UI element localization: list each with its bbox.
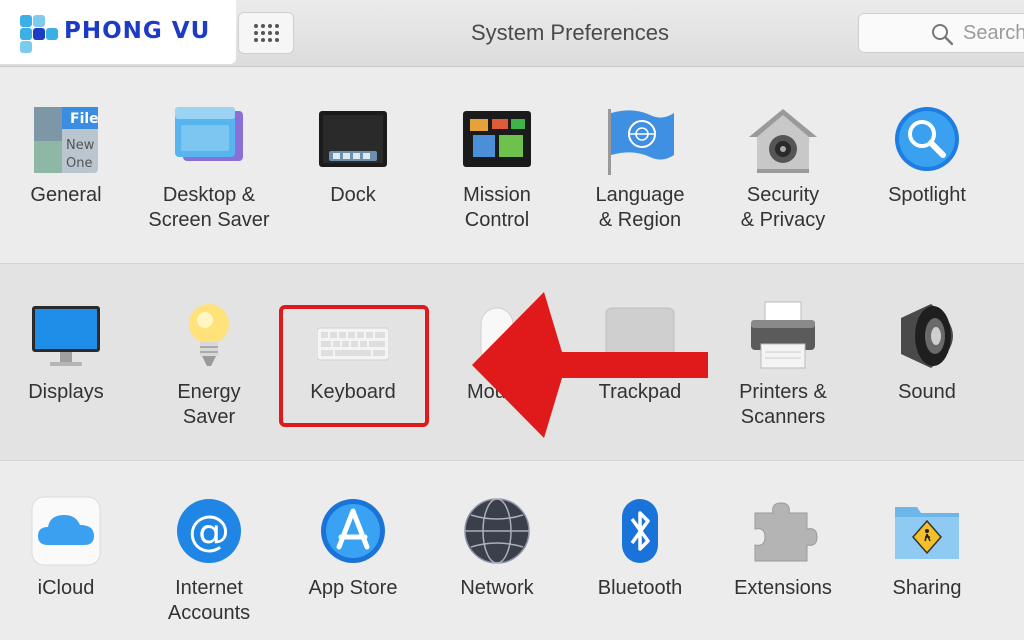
bulb-icon (189, 304, 229, 366)
mission-control-icon (463, 111, 531, 167)
pref-label: Sound (898, 381, 956, 403)
svg-text:@: @ (188, 506, 230, 555)
pref-label: Security & Privacy (740, 184, 826, 231)
svg-text:New: New (66, 138, 95, 153)
desktop-icon (175, 107, 243, 161)
brand-name: PHONG VU (64, 18, 211, 44)
app-store-icon (321, 499, 385, 563)
pref-label: Network (460, 577, 534, 599)
preferences-row-internet: iCloud @ Internet Accounts App Store Net… (0, 461, 1024, 640)
printer-icon (751, 301, 815, 369)
svg-text:File: File (70, 111, 99, 127)
pref-label: App Store (308, 577, 398, 599)
window-title: System Preferences (470, 20, 670, 45)
preferences-row-personal: File New One General Desktop & Screen Sa… (0, 67, 1024, 264)
svg-text:One: One (66, 156, 92, 171)
brand-logo: PHONG VU (0, 0, 236, 64)
pref-label: Internet Accounts (167, 577, 251, 624)
pref-label: Printers & Scanners (739, 381, 827, 428)
pref-label: Desktop & Screen Saver (148, 184, 270, 231)
puzzle-icon (754, 502, 818, 562)
toolbar: PHONG VU System Preferences Search (0, 0, 1024, 67)
pref-label: General (30, 184, 102, 206)
cloud-icon (31, 496, 101, 566)
show-all-button[interactable] (238, 12, 294, 54)
at-icon: @ (177, 499, 241, 563)
search-input[interactable]: Search (858, 13, 1024, 53)
sharing-folder-icon (895, 507, 959, 559)
pref-label: iCloud (37, 577, 95, 599)
display-icon (32, 306, 100, 366)
pref-label: Mission Control (463, 184, 531, 231)
keyboard-highlight-box (279, 305, 429, 427)
grid-icon (254, 24, 279, 42)
red-arrow-annotation (472, 292, 708, 438)
speaker-icon (901, 304, 953, 368)
general-icon: File New One (34, 107, 99, 173)
language-icon (608, 109, 674, 175)
spotlight-icon (895, 107, 959, 171)
phongvu-logo-icon (20, 15, 58, 53)
pref-label: Displays (28, 381, 104, 403)
security-icon (749, 109, 817, 173)
pref-label: Language & Region (595, 184, 685, 231)
globe-icon (464, 498, 530, 564)
search-placeholder: Search (963, 22, 1024, 44)
dock-icon (319, 111, 387, 167)
pref-label: Energy Saver (177, 381, 241, 428)
search-icon (932, 24, 953, 45)
pref-label: Dock (330, 184, 376, 206)
pref-label: Spotlight (888, 184, 966, 206)
pref-label: Bluetooth (597, 577, 683, 599)
pref-label: Sharing (892, 577, 962, 599)
pref-label: Extensions (734, 577, 832, 599)
bluetooth-icon (622, 499, 658, 563)
